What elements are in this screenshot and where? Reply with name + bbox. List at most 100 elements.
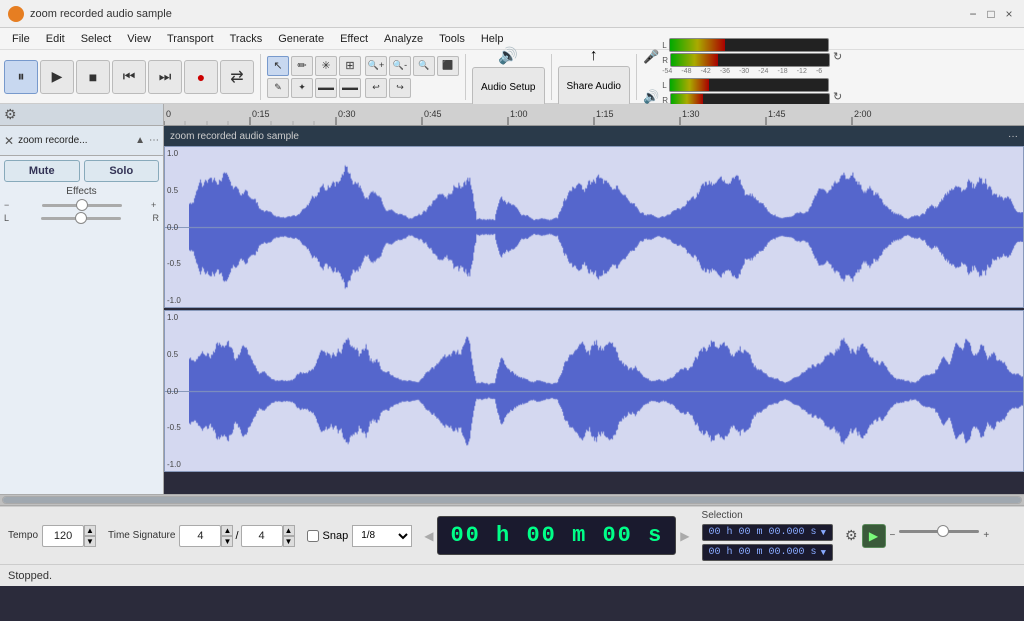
mic-icon: 🎤: [643, 49, 659, 65]
menu-analyze[interactable]: Analyze: [376, 31, 431, 47]
share-audio-group: ↑ Share Audio: [558, 54, 638, 100]
selection-start-dropdown[interactable]: ▼: [821, 528, 826, 538]
solo-button[interactable]: Solo: [84, 160, 160, 182]
pan-r-label: R: [153, 213, 160, 223]
waveform-canvas-1: [189, 147, 1023, 307]
tempo-spinbox[interactable]: ▲ ▼: [84, 525, 96, 547]
draw-tool[interactable]: ✳: [315, 56, 337, 76]
menu-edit[interactable]: Edit: [38, 31, 73, 47]
pan-slider[interactable]: [11, 217, 150, 220]
app-title: zoom recorded audio sample: [30, 8, 966, 20]
mute-button[interactable]: Mute: [4, 160, 80, 182]
input-l-meter: [669, 38, 829, 52]
title-bar: zoom recorded audio sample − □ ×: [0, 0, 1024, 28]
svg-text:0:15: 0:15: [252, 109, 270, 119]
share-audio-button[interactable]: Share Audio: [558, 66, 631, 106]
timeline-area: 0 0:15 0:30 0:45 1:00 1:15 1:30 1:45 2:0…: [164, 104, 1024, 494]
menu-view[interactable]: View: [119, 31, 159, 47]
settings-gear-button[interactable]: ⚙: [845, 527, 858, 544]
redo-tool[interactable]: ↪: [389, 78, 411, 98]
audio-setup-group: 🔊 Audio Setup: [472, 54, 552, 100]
zoom-fit-tool[interactable]: ⬛: [437, 56, 459, 76]
menu-file[interactable]: File: [4, 31, 38, 47]
pan-slider-thumb[interactable]: [75, 212, 87, 224]
waveform-container[interactable]: zoom recorded audio sample ··· 1.0 0.5: [164, 126, 1024, 494]
menu-effect[interactable]: Effect: [332, 31, 376, 47]
gain-slider[interactable]: [14, 204, 149, 207]
timer-left-arrow[interactable]: ◀: [424, 529, 433, 543]
maximize-button[interactable]: □: [984, 7, 998, 21]
menu-select[interactable]: Select: [73, 31, 120, 47]
bottom-bar: Tempo 120 ▲ ▼ Time Signature 4 ▲ ▼: [0, 506, 1024, 564]
time-sig-separator: /: [235, 530, 238, 542]
silence-tool[interactable]: ▬▬: [339, 78, 361, 98]
tempo-down[interactable]: ▼: [84, 536, 96, 547]
volume-thumb[interactable]: [937, 525, 949, 537]
menu-tools[interactable]: Tools: [431, 31, 473, 47]
time-signature-section: Time Signature 4 ▲ ▼ / 4 ▲ ▼: [108, 525, 295, 547]
play-small-button[interactable]: ▶: [862, 524, 886, 548]
pause-button[interactable]: ⏸: [4, 60, 38, 94]
loop-button[interactable]: ⇄: [220, 60, 254, 94]
pan-row: L R: [4, 213, 159, 223]
output-l-meter: [669, 78, 829, 92]
tempo-up[interactable]: ▲: [84, 525, 96, 536]
timer-right-arrow[interactable]: ▶: [680, 529, 689, 543]
minimize-button[interactable]: −: [966, 7, 980, 21]
svg-text:0:45: 0:45: [424, 109, 442, 119]
time-sig-den-spinbox[interactable]: ▲ ▼: [283, 525, 295, 547]
play-button[interactable]: ▶: [40, 60, 74, 94]
settings-gear-icon[interactable]: ⚙: [4, 106, 17, 123]
pencil-tool[interactable]: ✎: [267, 78, 289, 98]
zoom-sel-tool[interactable]: 🔍: [413, 56, 435, 76]
track-close-button[interactable]: ✕: [4, 134, 14, 148]
time-sig-num-up[interactable]: ▲: [221, 525, 233, 536]
zoom-in-tool[interactable]: 🔍+: [365, 56, 387, 76]
tempo-label: Tempo: [8, 530, 38, 541]
snap-value-select[interactable]: 1/8 1/4 1/2 1: [352, 525, 412, 547]
track1-wrapper: zoom recorded audio sample ··· 1.0 0.5: [164, 126, 1024, 308]
volume-slider[interactable]: [899, 530, 979, 542]
selection-end-dropdown[interactable]: ▼: [821, 548, 826, 558]
zoom-out-tool[interactable]: 🔍-: [389, 56, 411, 76]
stop-button[interactable]: ■: [76, 60, 110, 94]
scrollbar-area[interactable]: [0, 494, 1024, 506]
close-button[interactable]: ×: [1002, 7, 1016, 21]
time-sig-num-down[interactable]: ▼: [221, 536, 233, 547]
gain-max-label: +: [151, 200, 159, 210]
prev-button[interactable]: ⏮: [112, 60, 146, 94]
clip-tool[interactable]: ▬▬: [315, 78, 337, 98]
audio-setup-button[interactable]: Audio Setup: [472, 67, 545, 107]
smart-tool[interactable]: ✦: [291, 78, 313, 98]
time-sig-num-spinbox[interactable]: ▲ ▼: [221, 525, 233, 547]
svg-text:1:00: 1:00: [510, 109, 528, 119]
track1-menu-icon[interactable]: ···: [1008, 131, 1018, 142]
track-menu-button[interactable]: ⋯: [149, 135, 159, 146]
record-button[interactable]: ●: [184, 60, 218, 94]
next-button[interactable]: ⏭: [148, 60, 182, 94]
menu-help[interactable]: Help: [473, 31, 512, 47]
track1-label-bar: zoom recorded audio sample ···: [164, 126, 1024, 146]
output-expand-icon[interactable]: ↻: [833, 90, 842, 103]
undo-tool[interactable]: ↩: [365, 78, 387, 98]
select-tool[interactable]: ↖: [267, 56, 289, 76]
multi-tool[interactable]: ⊞: [339, 56, 361, 76]
timer-section: ◀ 00 h 00 m 00 s ▶: [424, 516, 689, 555]
tools-group: ↖ ✏ ✳ ⊞ ✎ ✦ ▬▬ ▬▬ 🔍+ 🔍- 🔍 ⬛ ↩ ↪: [267, 54, 466, 100]
time-sig-den-up[interactable]: ▲: [283, 525, 295, 536]
time-sig-den-down[interactable]: ▼: [283, 536, 295, 547]
selection-start-display[interactable]: 00 h 00 m 00.000 s ▼: [702, 524, 833, 541]
menu-tracks[interactable]: Tracks: [222, 31, 271, 47]
gain-slider-thumb[interactable]: [76, 199, 88, 211]
snap-checkbox[interactable]: [307, 530, 319, 542]
snap-label: Snap: [323, 530, 349, 542]
svg-text:2:00: 2:00: [854, 109, 872, 119]
envelope-tool[interactable]: ✏: [291, 56, 313, 76]
track-collapse-button[interactable]: ▲: [135, 135, 145, 146]
menu-transport[interactable]: Transport: [159, 31, 222, 47]
menu-generate[interactable]: Generate: [270, 31, 332, 47]
selection-end-display[interactable]: 00 h 00 m 00.000 s ▼: [702, 544, 833, 561]
scrollbar-thumb[interactable]: [3, 497, 1021, 503]
input-expand-icon[interactable]: ↻: [833, 50, 842, 63]
speaker-icon: 🔊: [643, 89, 659, 105]
